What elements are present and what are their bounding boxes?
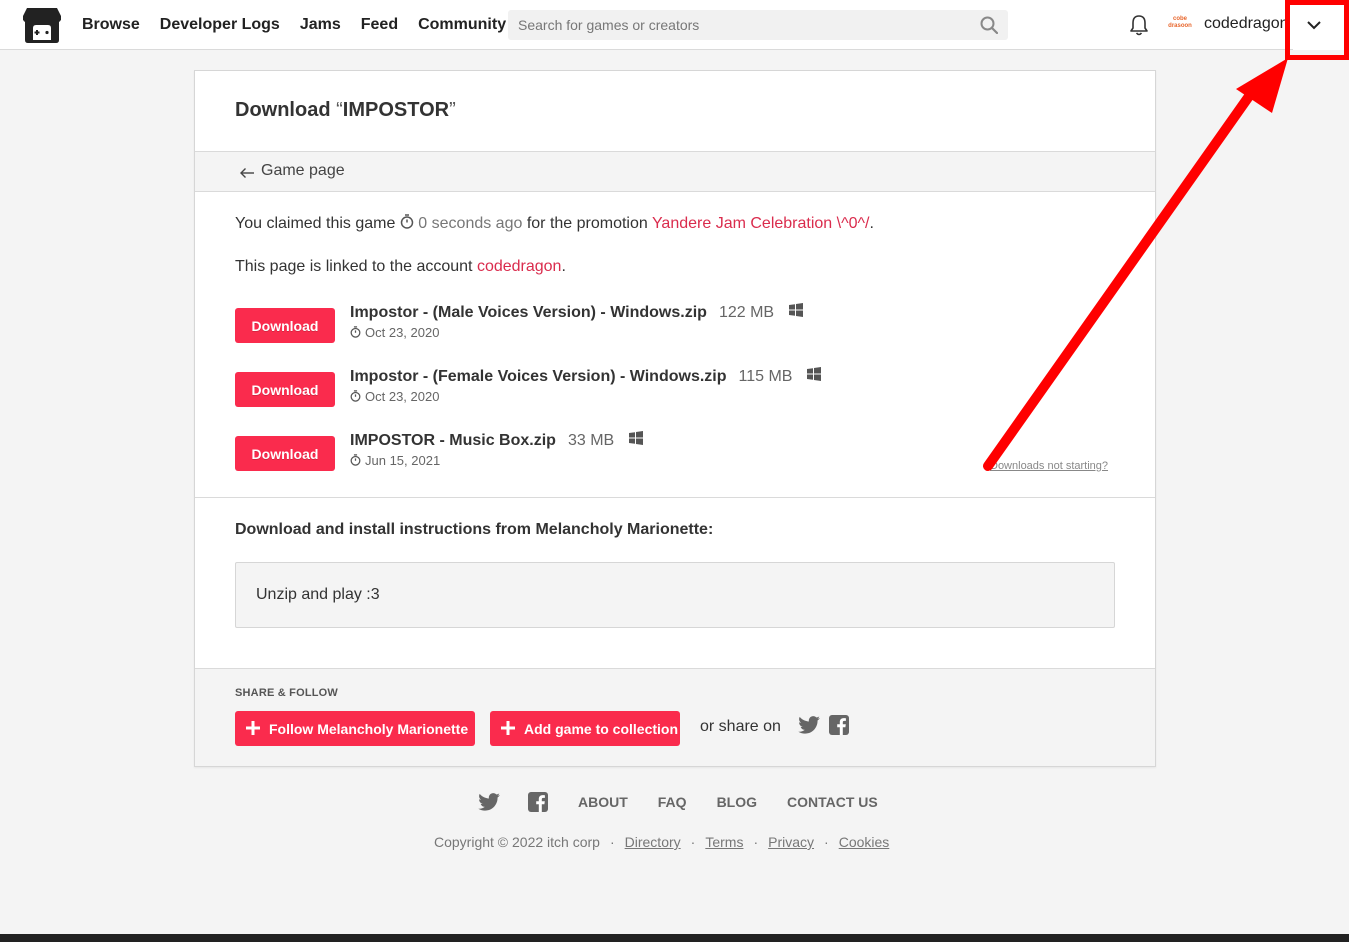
file-size: 115 MB xyxy=(738,368,793,385)
file-name-text: Impostor - (Male Voices Version) - Windo… xyxy=(350,304,707,321)
share-follow-label: SHARE & FOLLOW xyxy=(235,687,339,699)
account-dropdown-button[interactable] xyxy=(1293,0,1349,50)
download-row: Download Impostor - (Male Voices Version… xyxy=(235,303,1115,344)
share-follow-section: SHARE & FOLLOW Follow Melancholy Marione… xyxy=(195,668,1155,766)
divider xyxy=(195,497,1155,498)
file-date: Jun 15, 2021 xyxy=(350,453,440,468)
stopwatch-icon xyxy=(350,454,361,466)
file-size: 33 MB xyxy=(567,432,615,449)
file-date: Oct 23, 2020 xyxy=(350,325,439,340)
claim-end: . xyxy=(869,215,874,232)
twitter-icon[interactable] xyxy=(798,716,820,734)
nav-community[interactable]: Community xyxy=(418,16,506,34)
plus-icon xyxy=(246,721,260,735)
share-on-text: or share on xyxy=(700,718,781,735)
follow-button-label: Follow Melancholy Marionette xyxy=(269,720,469,737)
file-date-text: Oct 23, 2020 xyxy=(365,325,440,340)
footer-contact-link[interactable]: CONTACT US xyxy=(787,794,878,810)
file-name-text: Impostor - (Female Voices Version) - Win… xyxy=(350,368,727,385)
main-nav: Browse Developer Logs Jams Feed Communit… xyxy=(82,0,506,50)
twitter-icon[interactable] xyxy=(478,793,500,811)
windows-icon xyxy=(806,367,821,382)
footer-blog-link[interactable]: BLOG xyxy=(717,794,757,810)
file-name: IMPOSTOR - Music Box.zip 33 MB xyxy=(350,431,643,450)
file-date-text: Oct 23, 2020 xyxy=(365,389,440,404)
footer-links: ABOUT FAQ BLOG CONTACT US xyxy=(478,790,908,814)
linked-account-info: This page is linked to the account coded… xyxy=(235,258,566,276)
download-button[interactable]: Download xyxy=(235,308,335,343)
claim-for-text: for the promotion xyxy=(526,215,648,232)
notification-bell-icon[interactable] xyxy=(1128,13,1150,37)
windows-icon xyxy=(788,303,803,318)
instructions-box: Unzip and play :3 xyxy=(235,562,1115,628)
username[interactable]: codedragon xyxy=(1204,15,1289,33)
title-open-quote: “ xyxy=(336,99,343,121)
download-card: Download “IMPOSTOR” Game page You claime… xyxy=(194,70,1156,767)
taskbar-strip xyxy=(0,934,1349,942)
title-close-quote: ” xyxy=(449,99,456,121)
footer-terms-link[interactable]: Terms xyxy=(705,834,743,850)
download-row: Download Impostor - (Female Voices Versi… xyxy=(235,367,1115,408)
file-name-text: IMPOSTOR - Music Box.zip xyxy=(350,432,556,449)
stopwatch-icon xyxy=(350,326,361,338)
title-prefix: Download xyxy=(235,99,337,121)
footer-about-link[interactable]: ABOUT xyxy=(578,794,628,810)
arrow-left-icon[interactable] xyxy=(239,167,255,179)
file-date: Oct 23, 2020 xyxy=(350,389,439,404)
footer-directory-link[interactable]: Directory xyxy=(625,834,681,850)
promotion-link[interactable]: Yandere Jam Celebration \^0^/ xyxy=(652,215,870,232)
footer-privacy-link[interactable]: Privacy xyxy=(768,834,814,850)
search-icon[interactable] xyxy=(980,16,998,34)
title-game-name: IMPOSTOR xyxy=(342,99,450,121)
plus-icon xyxy=(501,721,515,735)
facebook-icon[interactable] xyxy=(528,792,548,812)
search-input[interactable] xyxy=(508,10,1008,40)
instructions-text: Unzip and play :3 xyxy=(256,586,380,603)
linked-end: . xyxy=(561,258,566,275)
add-to-collection-button[interactable]: Add game to collection xyxy=(490,711,680,746)
claim-info: You claimed this game 0 seconds ago for … xyxy=(235,214,874,233)
user-avatar[interactable]: cobe drasoon xyxy=(1167,16,1193,32)
page-title: Download “IMPOSTOR” xyxy=(235,99,456,122)
nav-browse[interactable]: Browse xyxy=(82,16,140,34)
claim-time: 0 seconds ago xyxy=(418,215,523,232)
footer-legal: Copyright © 2022 itch corp · Directory · Ter… xyxy=(434,834,890,850)
file-name: Impostor - (Female Voices Version) - Win… xyxy=(350,367,821,386)
follow-creator-button[interactable]: Follow Melancholy Marionette xyxy=(235,711,475,746)
windows-icon xyxy=(628,431,643,446)
itchio-logo-icon[interactable] xyxy=(22,6,62,44)
search-bar xyxy=(508,10,1008,40)
file-name: Impostor - (Male Voices Version) - Windo… xyxy=(350,303,803,322)
footer-cookies-link[interactable]: Cookies xyxy=(839,834,890,850)
claim-text: You claimed this game xyxy=(235,215,396,232)
site-header: Browse Developer Logs Jams Feed Communit… xyxy=(0,0,1349,50)
instructions-title: Download and install instructions from M… xyxy=(235,521,714,538)
chevron-down-icon xyxy=(1307,21,1321,30)
downloads-not-starting-link[interactable]: Downloads not starting? xyxy=(990,460,1108,472)
divider xyxy=(195,668,1155,669)
linked-text: This page is linked to the account xyxy=(235,258,473,275)
nav-jams[interactable]: Jams xyxy=(300,16,341,34)
nav-feed[interactable]: Feed xyxy=(361,16,398,34)
stopwatch-icon xyxy=(400,214,414,229)
download-button[interactable]: Download xyxy=(235,436,335,471)
file-size: 122 MB xyxy=(718,304,775,321)
game-page-link[interactable]: Game page xyxy=(261,162,345,180)
linked-account-link[interactable]: codedragon xyxy=(477,258,562,275)
facebook-icon[interactable] xyxy=(829,715,849,735)
stopwatch-icon xyxy=(350,390,361,402)
game-page-bar: Game page xyxy=(195,151,1155,192)
footer-faq-link[interactable]: FAQ xyxy=(658,794,687,810)
collection-button-label: Add game to collection xyxy=(524,720,679,737)
copyright-text: Copyright © 2022 itch corp xyxy=(434,834,600,850)
nav-developer-logs[interactable]: Developer Logs xyxy=(160,16,280,34)
download-button[interactable]: Download xyxy=(235,372,335,407)
download-row: Download IMPOSTOR - Music Box.zip 33 MB J… xyxy=(235,431,1115,472)
file-date-text: Jun 15, 2021 xyxy=(365,453,441,468)
